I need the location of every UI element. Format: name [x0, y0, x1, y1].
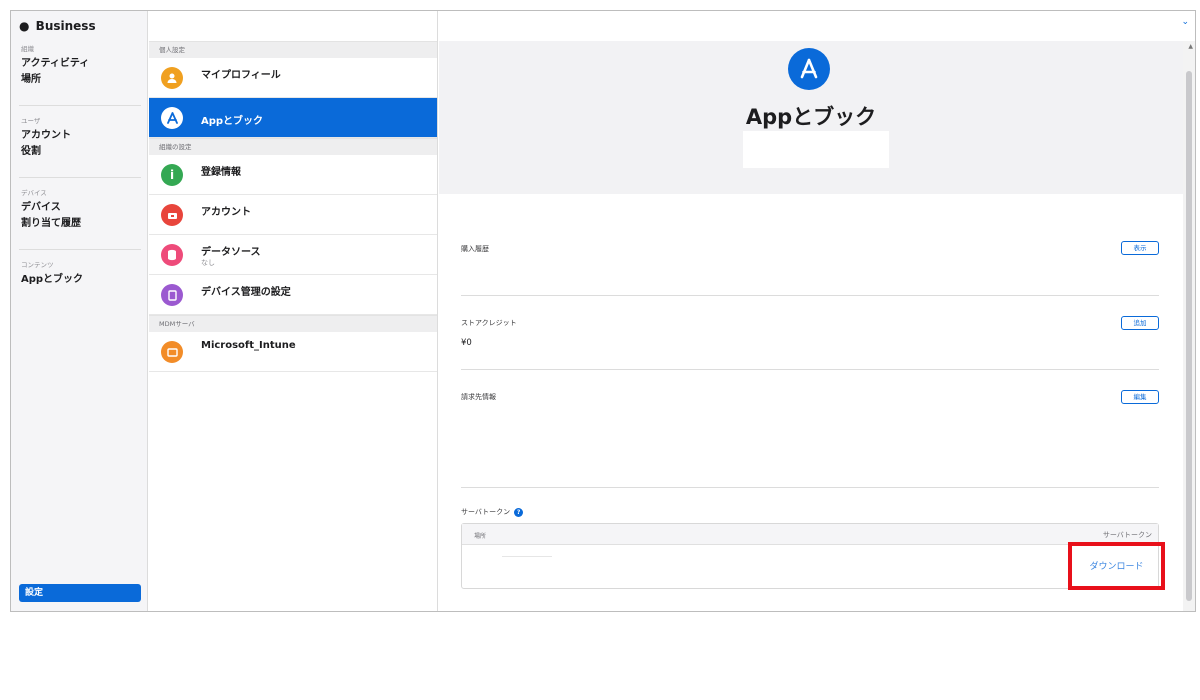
sidebar-item-assignment-history[interactable]: 割り当て履歴	[21, 216, 141, 232]
brand-label: Business	[35, 19, 96, 33]
divider	[461, 295, 1159, 296]
list-item-apps-books[interactable]: Appとブック	[149, 98, 437, 138]
table-header: 場所 サーバトークン	[462, 524, 1158, 545]
divider	[19, 249, 141, 250]
server-token-heading: サーバトークン ?	[461, 507, 524, 517]
billing-section: 請求先情報 編集	[461, 390, 1159, 404]
account-icon	[161, 204, 183, 226]
redacted-location	[502, 556, 552, 557]
detail-pane: ⌄ Appとブック ▲ 購入履歴 表示 ストアクレジット ¥0 追加 請求先情報…	[439, 11, 1195, 611]
list-item-device-management[interactable]: デバイス管理の設定	[149, 275, 437, 315]
sidebar-section-devices: デバイス デバイス 割り当て履歴	[21, 187, 141, 232]
group-header-personal: 個人設定	[149, 41, 437, 58]
column-header-token: サーバトークン	[1102, 531, 1152, 539]
redacted-field	[743, 131, 889, 168]
list-item-enrollment-info[interactable]: i 登録情報	[149, 155, 437, 195]
sidebar-section-content: コンテンツ Appとブック	[21, 259, 141, 288]
app-store-icon	[788, 48, 830, 90]
detail-hero: Appとブック	[439, 41, 1183, 194]
device-management-icon	[161, 284, 183, 306]
group-header-org: 組織の設定	[149, 138, 437, 155]
settings-button[interactable]: 設定	[19, 584, 141, 602]
sidebar-item-apps-books[interactable]: Appとブック	[21, 272, 141, 288]
download-highlight: ダウンロード	[1068, 542, 1165, 590]
list-item-title: Appとブック	[201, 116, 264, 127]
divider	[461, 487, 1159, 488]
list-item-mdm-server[interactable]: Microsoft_Intune	[149, 332, 437, 372]
list-item-title: アカウント	[201, 207, 251, 218]
sidebar-section-users: ユーザ アカウント 役割	[21, 115, 141, 160]
store-credit-value: ¥0	[461, 338, 472, 348]
detail-toolbar: ⌄	[439, 11, 1195, 41]
scrollbar-thumb[interactable]	[1186, 71, 1192, 601]
sidebar-section-label: コンテンツ	[21, 261, 54, 269]
store-credit-label: ストアクレジット	[461, 319, 517, 327]
sidebar-section-org: 組織 アクティビティ 場所	[21, 43, 141, 88]
brand: ● Business	[19, 19, 96, 33]
list-item-title: マイプロフィール	[201, 70, 281, 81]
divider	[19, 105, 141, 106]
store-credit-section: ストアクレジット ¥0 追加	[461, 316, 1159, 348]
sidebar-item-accounts[interactable]: アカウント	[21, 128, 141, 144]
list-item-title: 登録情報	[201, 167, 241, 178]
billing-label: 請求先情報	[461, 393, 496, 401]
sidebar-item-roles[interactable]: 役割	[21, 144, 141, 160]
info-icon: i	[161, 164, 183, 186]
sidebar-item-activity[interactable]: アクティビティ	[21, 56, 141, 72]
list-item-title: Microsoft_Intune	[201, 340, 296, 351]
sidebar: ● Business 組織 アクティビティ 場所 ユーザ アカウント 役割 デバ…	[11, 11, 148, 611]
divider	[461, 369, 1159, 370]
app-window: ● Business 組織 アクティビティ 場所 ユーザ アカウント 役割 デバ…	[10, 10, 1196, 612]
sidebar-section-label: ユーザ	[21, 117, 41, 125]
sidebar-section-label: 組織	[21, 45, 34, 53]
person-icon	[161, 67, 183, 89]
help-icon[interactable]: ?	[514, 507, 524, 517]
server-token-label: サーバトークン	[461, 508, 511, 516]
list-item-title: デバイス管理の設定	[201, 287, 291, 298]
app-store-icon	[161, 107, 183, 129]
add-button[interactable]: 追加	[1121, 316, 1159, 330]
apple-logo-icon: ●	[19, 19, 30, 33]
sidebar-item-devices[interactable]: デバイス	[21, 200, 141, 216]
group-header-mdm: MDMサーバ	[149, 315, 437, 332]
database-icon	[161, 244, 183, 266]
server-token-table: 場所 サーバトークン	[461, 523, 1159, 589]
list-item-subtitle: なし	[201, 259, 215, 267]
divider	[19, 177, 141, 178]
scroll-up-icon[interactable]: ▲	[1188, 43, 1193, 50]
download-link[interactable]: ダウンロード	[1072, 559, 1161, 572]
view-button[interactable]: 表示	[1121, 241, 1159, 255]
list-item-title: データソース	[201, 247, 261, 258]
list-item-data-source[interactable]: データソース なし	[149, 235, 437, 275]
list-header-spacer	[149, 11, 437, 41]
sidebar-section-label: デバイス	[21, 189, 47, 197]
list-item-my-profile[interactable]: マイプロフィール	[149, 58, 437, 98]
edit-button[interactable]: 編集	[1121, 390, 1159, 404]
purchase-history-label: 購入履歴	[461, 245, 489, 253]
column-header-location: 場所	[474, 533, 487, 540]
chevron-down-icon[interactable]: ⌄	[1181, 17, 1189, 27]
purchase-history-section: 購入履歴 表示	[461, 241, 1159, 255]
server-icon	[161, 341, 183, 363]
settings-list: 個人設定 マイプロフィール Appとブック 組織の設定 i 登録情報 アカウント	[149, 11, 438, 611]
sidebar-item-locations[interactable]: 場所	[21, 72, 141, 88]
list-item-account[interactable]: アカウント	[149, 195, 437, 235]
page-title: Appとブック	[745, 105, 877, 129]
